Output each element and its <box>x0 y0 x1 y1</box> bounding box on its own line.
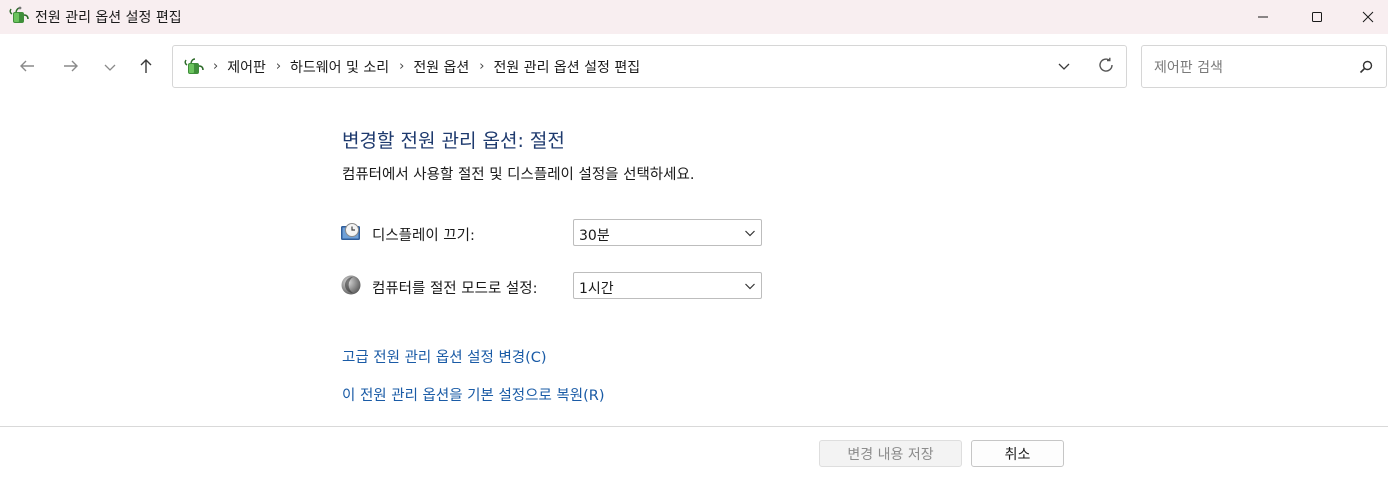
breadcrumb-control-panel[interactable]: 제어판 <box>227 57 266 77</box>
sleep-select[interactable]: 1시간 <box>573 272 762 299</box>
page-description: 컴퓨터에서 사용할 절전 및 디스플레이 설정을 선택하세요. <box>342 167 695 183</box>
display-off-select[interactable]: 30분 <box>573 219 762 246</box>
sleep-moon-icon <box>340 274 362 296</box>
search-box <box>1141 45 1387 89</box>
minimize-button[interactable] <box>1240 0 1286 34</box>
control-panel-icon <box>183 56 205 78</box>
sleep-value: 1시간 <box>579 281 614 297</box>
footer-divider <box>0 426 1388 427</box>
address-bar[interactable]: › 제어판 › 하드웨어 및 소리 › 전원 옵션 › 전원 관리 옵션 설정 … <box>172 45 1127 88</box>
page-title: 변경할 전원 관리 옵션: 절전 <box>342 130 565 152</box>
title-bar: 전원 관리 옵션 설정 편집 <box>0 0 1388 34</box>
up-arrow-icon <box>137 57 155 79</box>
sleep-label: 컴퓨터를 절전 모드로 설정: <box>372 281 538 297</box>
save-changes-button[interactable]: 변경 내용 저장 <box>819 440 962 467</box>
display-off-label: 디스플레이 끄기: <box>372 228 475 244</box>
forward-arrow-icon <box>62 57 80 79</box>
display-clock-icon <box>340 221 362 243</box>
refresh-icon <box>1097 56 1115 78</box>
close-icon <box>1362 8 1374 27</box>
search-input[interactable] <box>1152 46 1346 89</box>
address-history-button[interactable] <box>1051 54 1077 80</box>
navigation-bar: › 제어판 › 하드웨어 및 소리 › 전원 옵션 › 전원 관리 옵션 설정 … <box>0 34 1388 100</box>
breadcrumb-separator[interactable]: › <box>479 59 484 74</box>
chevron-down-icon <box>1057 58 1071 77</box>
up-button[interactable] <box>132 54 160 82</box>
minimize-icon <box>1257 8 1269 27</box>
display-off-value: 30분 <box>579 228 610 244</box>
restore-defaults-link[interactable]: 이 전원 관리 옵션을 기본 설정으로 복원(R) <box>342 384 604 405</box>
breadcrumb-hardware-sound[interactable]: 하드웨어 및 소리 <box>290 57 389 77</box>
cancel-button[interactable]: 취소 <box>971 440 1064 467</box>
maximize-button[interactable] <box>1294 0 1340 34</box>
power-options-icon <box>8 5 30 27</box>
maximize-icon <box>1311 8 1323 27</box>
chevron-down-icon <box>103 59 117 78</box>
forward-button[interactable] <box>57 54 85 82</box>
chevron-down-icon <box>743 279 757 293</box>
refresh-button[interactable] <box>1093 54 1119 80</box>
breadcrumb-separator[interactable]: › <box>399 59 404 74</box>
close-button[interactable] <box>1345 0 1388 34</box>
breadcrumb-power-options[interactable]: 전원 옵션 <box>413 57 469 77</box>
breadcrumb-separator[interactable]: › <box>276 59 281 74</box>
window-title: 전원 관리 옵션 설정 편집 <box>35 10 182 26</box>
recent-locations-button[interactable] <box>96 54 124 82</box>
back-arrow-icon <box>18 57 36 79</box>
advanced-settings-link[interactable]: 고급 전원 관리 옵션 설정 변경(C) <box>342 346 547 367</box>
back-button[interactable] <box>13 54 41 82</box>
chevron-down-icon <box>743 226 757 240</box>
breadcrumb: › 제어판 › 하드웨어 및 소리 › 전원 옵션 › 전원 관리 옵션 설정 … <box>211 46 648 87</box>
breadcrumb-separator[interactable]: › <box>213 59 218 74</box>
power-options-window: 전원 관리 옵션 설정 편집 › 제어판 › 하드웨어 및 소리 › 전원 옵션… <box>0 0 1388 493</box>
breadcrumb-edit-plan[interactable]: 전원 관리 옵션 설정 편집 <box>494 57 641 77</box>
search-icon[interactable] <box>1356 57 1376 77</box>
